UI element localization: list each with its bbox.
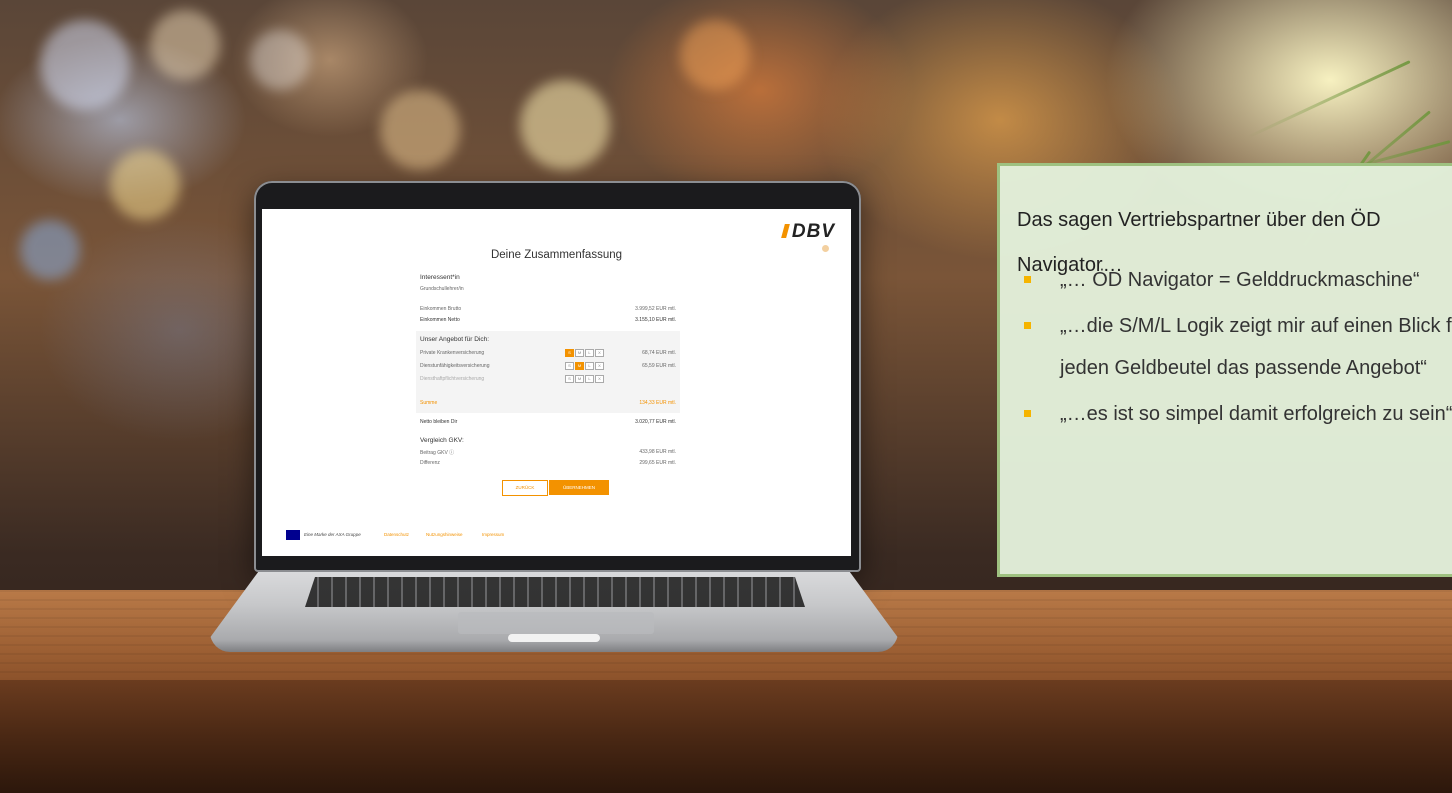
bokeh-light xyxy=(520,80,610,170)
row-label: Summe xyxy=(420,400,438,406)
offer-heading: Unser Angebot für Dich: xyxy=(420,336,490,343)
laptop-trackpad xyxy=(458,612,654,634)
row-label: Diensthaftpflichtversicherung xyxy=(420,376,485,382)
quote-box: Das sagen Vertriebspartner über den ÖD N… xyxy=(997,163,1452,577)
row-value: 433,98 EUR mtl. xyxy=(639,449,676,455)
row-label: Einkommen Brutto xyxy=(420,306,462,312)
laptop-notch xyxy=(508,634,600,642)
bullet-icon xyxy=(1024,276,1031,283)
row-value: 134,33 EUR mtl. xyxy=(639,400,676,406)
bullet-icon xyxy=(1024,322,1031,329)
size-l[interactable]: L xyxy=(585,375,594,383)
accept-button[interactable]: ÜBERNEHMEN xyxy=(549,480,609,495)
summary-title: Deine Zusammenfassung xyxy=(490,249,623,261)
row-label: Differenz xyxy=(420,460,440,466)
bokeh-light xyxy=(380,90,460,170)
row-value: 3.155,10 EUR mtl. xyxy=(635,317,676,323)
logo-text: DBV xyxy=(791,221,835,242)
size-selector[interactable]: SMLX xyxy=(565,349,604,357)
bullet-icon xyxy=(1024,410,1031,417)
plant-leaf xyxy=(1246,60,1411,139)
row-value: 65,59 EUR mtl. xyxy=(642,363,676,369)
bokeh-light xyxy=(150,10,220,80)
row-value: 3.020,77 EUR mtl. xyxy=(635,419,676,425)
footer-link-impressum[interactable]: Impressum xyxy=(482,532,504,537)
quote-item: „… ÖD Navigator = Gelddruckmaschine“ xyxy=(1060,269,1420,291)
bokeh-light xyxy=(110,150,180,220)
size-s[interactable]: S xyxy=(565,362,574,370)
size-l[interactable]: L xyxy=(585,362,594,370)
size-x[interactable]: X xyxy=(595,362,604,370)
compare-row: Beitrag GKV ⓘ 433,98 EUR mtl. xyxy=(420,449,676,456)
row-label: Netto bleiben Dir xyxy=(420,419,458,425)
size-m[interactable]: M xyxy=(575,362,584,370)
laptop-keyboard xyxy=(305,577,805,607)
size-selector[interactable]: SMLX xyxy=(565,375,604,383)
offer-row: Diensthaftpflichtversicherung SMLX xyxy=(420,375,676,383)
size-selector[interactable]: SMLX xyxy=(565,362,604,370)
table-edge xyxy=(0,680,1452,793)
dbv-logo: DBV xyxy=(780,221,835,243)
row-value: 68,74 EUR mtl. xyxy=(642,350,676,356)
size-s[interactable]: S xyxy=(565,375,574,383)
back-button[interactable]: ZURÜCK xyxy=(502,480,548,496)
row-label: Dienstunfähigkeitsversicherung xyxy=(420,363,490,369)
footer-link-datenschutz[interactable]: Datenschutz xyxy=(384,532,409,537)
sum-row: Summe 134,33 EUR mtl. xyxy=(420,400,676,406)
bokeh-light xyxy=(680,20,750,90)
offer-row: Private Krankenversicherung SMLX 68,74 E… xyxy=(420,349,676,357)
row-label: Beitrag GKV ⓘ xyxy=(420,450,455,456)
compare-row: Differenz 299,65 EUR mtl. xyxy=(420,460,676,466)
size-x[interactable]: X xyxy=(595,375,604,383)
size-s[interactable]: S xyxy=(565,349,574,357)
bokeh-light xyxy=(250,30,310,90)
interessent-heading: Interessent*in xyxy=(420,274,460,281)
compare-heading: Vergleich GKV: xyxy=(420,437,464,444)
size-x[interactable]: X xyxy=(595,349,604,357)
offer-row: Dienstunfähigkeitsversicherung SMLX 65,5… xyxy=(420,362,676,370)
net-row: Netto bleiben Dir 3.020,77 EUR mtl. xyxy=(420,419,676,425)
axa-logo-icon xyxy=(286,530,300,540)
size-m[interactable]: M xyxy=(575,375,584,383)
quote-item: „…es ist so simpel damit erfolgreich zu … xyxy=(1060,403,1452,425)
size-l[interactable]: L xyxy=(585,349,594,357)
size-m[interactable]: M xyxy=(575,349,584,357)
quote-item-continued: jeden Geldbeutel das passende Angebot“ xyxy=(1060,357,1427,379)
row-label: Einkommen Netto xyxy=(420,317,460,323)
footer-link-nutzungshinweise[interactable]: Nutzungshinweise xyxy=(426,532,463,537)
bokeh-light xyxy=(40,20,130,110)
logo-mark-icon xyxy=(780,224,790,238)
row-label: Private Krankenversicherung xyxy=(420,350,485,356)
interessent-text: Grundschullehrer/in xyxy=(420,286,464,292)
income-row: Einkommen Brutto 3.999,52 EUR mtl. xyxy=(420,306,676,312)
laptop-screen: DBV Deine Zusammenfassung Interessent*in… xyxy=(262,209,851,556)
interessent-value: Grundschullehrer/in xyxy=(420,286,676,292)
quote-item: „…die S/M/L Logik zeigt mir auf einen Bl… xyxy=(1060,315,1452,337)
bokeh-light xyxy=(20,220,80,280)
footer-brand: Eine Marke der AXA Gruppe xyxy=(304,532,361,537)
income-row: Einkommen Netto 3.155,10 EUR mtl. xyxy=(420,317,676,323)
row-value: 3.999,52 EUR mtl. xyxy=(635,306,676,312)
row-value: 299,65 EUR mtl. xyxy=(639,460,676,466)
